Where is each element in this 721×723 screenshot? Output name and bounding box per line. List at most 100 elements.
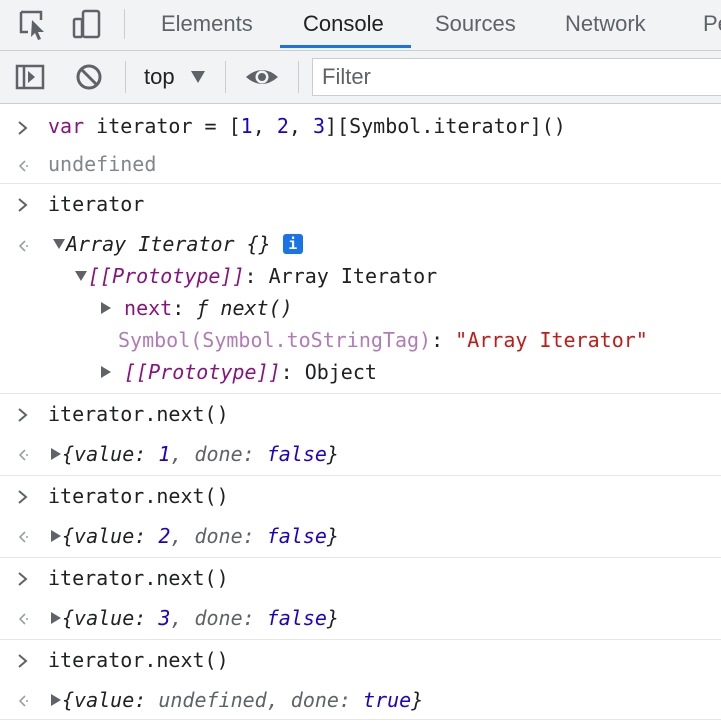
property-key: next — [124, 296, 173, 320]
expanded-triangle-icon[interactable] — [52, 232, 66, 256]
preview-text: } — [326, 442, 339, 466]
code-text: ][Symbol.iterator]() — [325, 114, 566, 138]
tab-network[interactable]: Network — [565, 0, 646, 48]
console-result[interactable]: {value: 3, done: false} — [50, 604, 339, 632]
show-sidebar-icon[interactable] — [13, 61, 49, 93]
console-result[interactable]: {value: undefined, done: true} — [50, 686, 423, 714]
info-icon[interactable]: i — [282, 234, 303, 254]
console-result[interactable]: {value: 2, done: false} — [50, 522, 339, 550]
tab-performance[interactable]: Pe — [703, 0, 721, 48]
tab-elements[interactable]: Elements — [161, 0, 253, 48]
preview-done: false — [266, 524, 327, 548]
input-prompt-icon — [16, 407, 30, 422]
console-result: undefined — [48, 152, 157, 176]
console-input[interactable]: iterator.next() — [48, 646, 229, 674]
collapsed-triangle-icon[interactable] — [100, 296, 112, 320]
active-tab-indicator — [280, 45, 411, 48]
property-value: Array Iterator — [268, 264, 438, 288]
inspect-element-icon[interactable] — [15, 8, 51, 40]
object-property[interactable]: next: ƒ next() — [100, 294, 293, 322]
tab-sources[interactable]: Sources — [435, 0, 516, 48]
property-separator: : — [172, 296, 197, 320]
console-input[interactable]: iterator — [48, 190, 144, 218]
preview-value: 3 — [158, 606, 171, 630]
input-prompt-icon — [16, 571, 30, 586]
preview-text: {value: — [62, 606, 159, 630]
object-preview: {value: 2, done: false} — [62, 524, 339, 548]
code-text: , — [288, 114, 313, 138]
property-key: [[Prototype]] — [124, 360, 281, 384]
row-divider — [0, 719, 721, 720]
preview-text: {value: — [62, 524, 159, 548]
object-preview: Array Iterator {} — [66, 232, 271, 256]
preview-value: 2 — [158, 524, 171, 548]
row-divider — [0, 557, 721, 558]
input-prompt-icon — [16, 489, 30, 504]
toolbar-divider — [125, 61, 126, 93]
property-value: "Array Iterator" — [455, 328, 648, 352]
device-toolbar-icon[interactable] — [70, 8, 106, 40]
live-expression-eye-icon[interactable] — [244, 61, 280, 93]
context-selector[interactable]: top — [144, 51, 175, 103]
object-tree-root[interactable]: Array Iterator {} i — [52, 230, 303, 258]
preview-text: {value: — [62, 688, 159, 712]
result-prompt-icon — [16, 529, 30, 543]
object-property: Symbol(Symbol.toStringTag): "Array Itera… — [118, 326, 648, 354]
object-preview: {value: 3, done: false} — [62, 606, 339, 630]
object-property[interactable]: [[Prototype]]: Object — [100, 358, 377, 386]
code-number: 2 — [276, 114, 289, 138]
preview-text: {value: — [62, 442, 159, 466]
preview-done: true — [363, 688, 412, 712]
toolbar-divider — [225, 61, 226, 93]
input-prompt-icon — [16, 197, 30, 212]
preview-value: undefined — [158, 688, 267, 712]
devtools-tab-bar: Elements Console Sources Network Pe — [0, 0, 721, 51]
tab-bar-divider — [124, 9, 125, 39]
property-value: Object — [304, 360, 377, 384]
collapsed-triangle-icon[interactable] — [100, 360, 112, 384]
object-preview: {value: 1, done: false} — [62, 442, 339, 466]
code-number: 1 — [240, 114, 253, 138]
result-prompt-icon — [16, 693, 30, 707]
code-keyword: var — [48, 114, 85, 138]
result-prompt-icon — [16, 238, 30, 252]
row-divider — [0, 639, 721, 640]
preview-text: } — [411, 688, 424, 712]
property-separator: : — [431, 328, 456, 352]
object-preview: {value: undefined, done: true} — [62, 688, 423, 712]
property-value: next() — [208, 296, 293, 320]
console-input[interactable]: iterator.next() — [48, 564, 229, 592]
toolbar-divider — [298, 61, 299, 93]
input-prompt-icon — [16, 653, 30, 668]
property-key: Symbol(Symbol.toStringTag) — [118, 328, 432, 352]
console-input[interactable]: iterator.next() — [48, 482, 229, 510]
expanded-triangle-icon[interactable] — [74, 264, 88, 288]
row-divider — [0, 183, 721, 184]
preview-value: 1 — [158, 442, 171, 466]
property-separator: : — [244, 264, 269, 288]
preview-done: false — [266, 606, 327, 630]
clear-console-icon[interactable] — [72, 61, 108, 93]
code-text: iterator = [ — [84, 114, 241, 138]
console-toolbar: top Filter — [0, 51, 721, 104]
property-separator: : — [280, 360, 305, 384]
row-divider — [0, 393, 721, 394]
collapsed-triangle-icon[interactable] — [50, 606, 62, 630]
filter-input[interactable]: Filter — [312, 58, 721, 96]
tab-console[interactable]: Console — [303, 0, 384, 48]
collapsed-triangle-icon[interactable] — [50, 524, 62, 548]
result-prompt-icon — [16, 611, 30, 625]
console-input[interactable]: iterator.next() — [48, 400, 229, 428]
console-input[interactable]: var iterator = [1, 2, 3][Symbol.iterator… — [48, 112, 566, 140]
collapsed-triangle-icon[interactable] — [50, 688, 62, 712]
object-property[interactable]: [[Prototype]]: Array Iterator — [74, 262, 437, 290]
preview-text: } — [326, 524, 339, 548]
collapsed-triangle-icon[interactable] — [50, 442, 62, 466]
property-key: [[Prototype]] — [88, 264, 245, 288]
result-prompt-icon — [16, 447, 30, 461]
preview-text: , done: — [170, 606, 267, 630]
code-number: 3 — [312, 114, 325, 138]
console-result[interactable]: {value: 1, done: false} — [50, 440, 339, 468]
row-divider — [0, 475, 721, 476]
input-prompt-icon — [16, 120, 30, 135]
